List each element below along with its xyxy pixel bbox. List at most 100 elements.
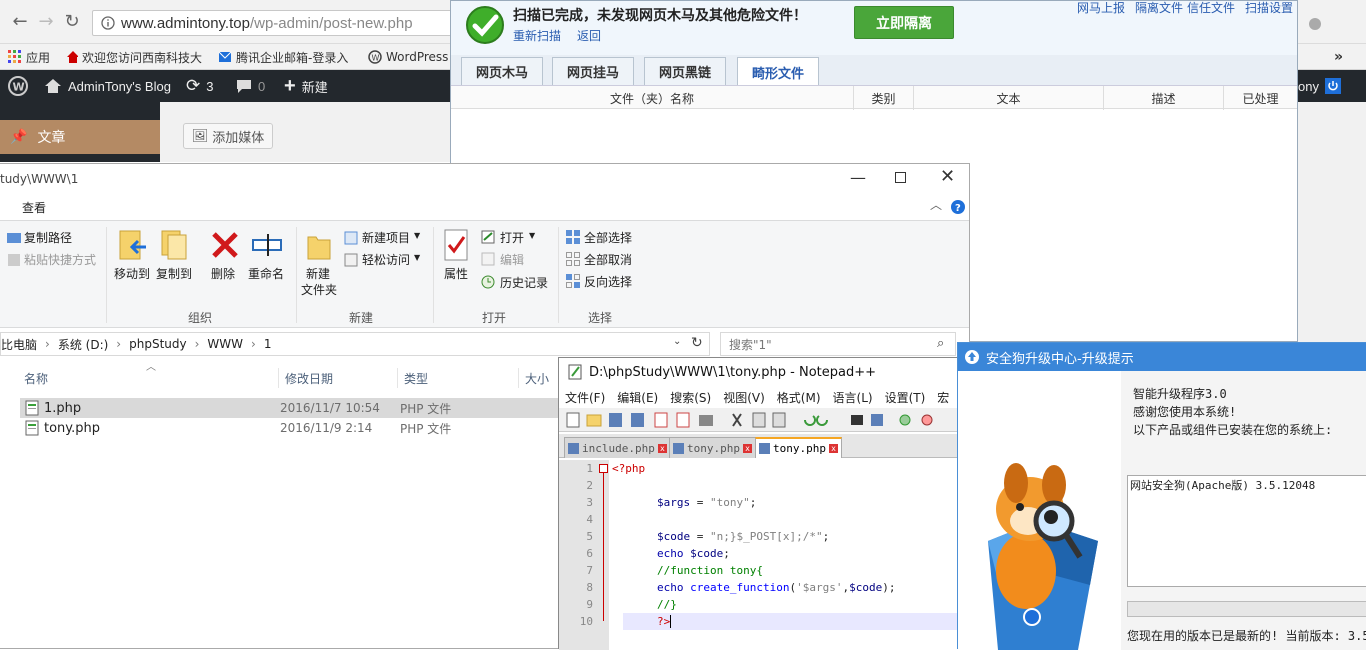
chevron-down-icon[interactable]: ⌄	[673, 336, 681, 347]
refresh-icon[interactable]: ↻	[691, 335, 703, 351]
wp-menu-posts[interactable]: 📌 文章	[0, 120, 160, 154]
wp-updates[interactable]: ⟳ 3	[186, 70, 213, 102]
col-description[interactable]: 描述	[1104, 86, 1224, 110]
tab-web-blacklink[interactable]: 网页黑链	[644, 57, 726, 85]
bookmark-university[interactable]: 欢迎您访问西南科技大	[66, 48, 202, 66]
menu-macro[interactable]: 宏	[931, 386, 955, 408]
bookmark-wordpress[interactable]: W WordPress	[368, 48, 452, 66]
extension-icon[interactable]	[1308, 17, 1322, 31]
info-icon[interactable]	[101, 16, 115, 30]
copy-path-button[interactable]: 复制路径	[24, 229, 72, 246]
tab-tony-php-1[interactable]: tony.php x	[669, 437, 756, 458]
minimize-icon[interactable]: —	[850, 168, 866, 187]
installed-product-item[interactable]: 网站安全狗(Apache版) 3.5.12048	[1130, 477, 1315, 493]
tab-web-hijack[interactable]: 网页挂马	[552, 57, 634, 85]
open-button[interactable]: 打开	[500, 229, 524, 246]
rename-button[interactable]: 重命名	[248, 265, 284, 282]
close-icon[interactable]: x	[742, 443, 752, 453]
wp-site-link[interactable]: AdminTony's Blog	[44, 70, 171, 102]
select-all-button[interactable]: 全部选择	[584, 229, 632, 246]
new-item-button[interactable]: 新建项目	[362, 229, 410, 246]
bookmarks-more-button[interactable]: »	[1334, 48, 1343, 66]
file-row-1php[interactable]: 1.php 2016/11/7 10:54 PHP 文件	[20, 398, 560, 418]
menu-settings[interactable]: 设置(T)	[879, 386, 932, 408]
bookmark-tencent-mail[interactable]: 腾讯企业邮箱-登录入	[218, 48, 356, 66]
easy-access-button[interactable]: 轻松访问	[362, 251, 410, 268]
breadcrumb-drive[interactable]: 系统 (D:)	[58, 336, 108, 353]
wp-new-content[interactable]: + 新建	[284, 70, 328, 102]
file-row-tonyphp[interactable]: tony.php 2016/11/9 2:14 PHP 文件	[20, 418, 560, 438]
maximize-icon[interactable]	[895, 172, 906, 183]
url-host: www.admintony.top	[121, 15, 250, 32]
explorer-address-bar[interactable]: 比电脑 › 系统 (D:) › phpStudy › WWW › 1 ⌄ ↻	[0, 332, 710, 356]
tab-web-trojan[interactable]: 网页木马	[461, 57, 543, 85]
scan-settings-link[interactable]: 扫描设置	[1245, 0, 1293, 16]
notepadpp-title: D:\phpStudy\WWW\1\tony.php - Notepad++	[589, 364, 877, 380]
close-icon[interactable]: x	[828, 444, 838, 453]
close-icon[interactable]: x	[657, 443, 667, 453]
breadcrumb-this-pc[interactable]: 比电脑	[1, 336, 37, 353]
col-category[interactable]: 类别	[854, 86, 914, 110]
breadcrumb-folder-1[interactable]: 1	[264, 337, 272, 351]
breadcrumb-phpstudy[interactable]: phpStudy	[129, 337, 187, 351]
delete-button[interactable]: 删除	[211, 265, 235, 282]
move-to-button[interactable]: 移动到	[114, 265, 150, 282]
isolated-files-link[interactable]: 隔离文件	[1135, 0, 1183, 16]
comment-icon	[237, 79, 251, 93]
upgrade-arrow-icon	[965, 350, 979, 364]
select-none-button[interactable]: 全部取消	[584, 251, 632, 268]
trusted-files-link[interactable]: 信任文件	[1187, 0, 1235, 16]
col-modified-date[interactable]: 修改日期	[285, 370, 333, 387]
new-folder-button[interactable]: 新建	[306, 265, 330, 282]
col-file-name[interactable]: 文件（夹）名称	[451, 86, 854, 110]
invert-selection-button[interactable]: 反向选择	[584, 273, 632, 290]
group-new-label: 新建	[349, 311, 374, 325]
wp-user-menu[interactable]: ony	[1298, 70, 1341, 102]
isolate-now-button[interactable]: 立即隔离	[854, 6, 954, 39]
tab-include-php[interactable]: include.php x	[564, 437, 671, 458]
report-trojan-link[interactable]: 网马上报	[1077, 0, 1125, 16]
forward-arrow-icon[interactable]: →	[36, 12, 56, 32]
tab-malformed-files[interactable]: 畸形文件	[737, 57, 819, 87]
tab-tony-php-2[interactable]: tony.php x	[755, 437, 842, 458]
menu-edit[interactable]: 编辑(E)	[611, 386, 664, 408]
col-name[interactable]: 名称	[24, 370, 48, 387]
back-arrow-icon[interactable]: ←	[10, 12, 30, 32]
edit-button[interactable]: 编辑	[500, 251, 524, 268]
menu-search[interactable]: 搜索(S)	[664, 386, 717, 408]
menu-view[interactable]: 查看	[22, 199, 46, 216]
wp-comments[interactable]: 0	[236, 70, 265, 102]
col-type[interactable]: 类型	[404, 370, 428, 387]
bookmark-apps[interactable]: 应用	[8, 48, 50, 66]
chevron-right-icon: ›	[116, 337, 122, 351]
column-divider	[397, 368, 398, 388]
col-processed[interactable]: 已处理	[1224, 86, 1297, 110]
add-media-button[interactable]: 🖼 添加媒体	[183, 123, 273, 149]
notepadpp-editor[interactable]: 1 2 3 4 5 6 7 8 9 10 <?php $args = "tony…	[559, 460, 957, 650]
properties-icon	[444, 229, 468, 261]
col-text[interactable]: 文本	[914, 86, 1104, 110]
copy-to-button[interactable]: 复制到	[156, 265, 192, 282]
wp-logo-icon[interactable]: W	[8, 70, 28, 102]
reload-icon[interactable]: ↻	[62, 12, 82, 32]
installed-products-list[interactable]: 网站安全狗(Apache版) 3.5.12048	[1127, 475, 1366, 587]
explorer-search-box[interactable]: 搜索"1" ⌕	[720, 332, 956, 356]
menu-file[interactable]: 文件(F)	[559, 386, 611, 408]
menu-language[interactable]: 语言(L)	[827, 386, 879, 408]
back-link[interactable]: 返回	[577, 27, 601, 44]
rescan-link[interactable]: 重新扫描	[513, 27, 561, 44]
fold-marker-icon[interactable]	[599, 464, 608, 473]
paste-shortcut-button[interactable]: 粘贴快捷方式	[24, 251, 96, 268]
breadcrumb-www[interactable]: WWW	[207, 337, 243, 351]
chevron-up-icon[interactable]: ︿	[930, 196, 942, 213]
help-icon[interactable]: ?	[951, 200, 965, 214]
move-to-icon	[119, 230, 146, 260]
col-size[interactable]: 大小	[525, 370, 549, 387]
history-button[interactable]: 历史记录	[500, 274, 548, 291]
explorer-titlebar: tudy\WWW\1 — ✕	[0, 164, 969, 192]
properties-button[interactable]: 属性	[444, 265, 468, 282]
mail-icon	[218, 51, 232, 62]
close-icon[interactable]: ✕	[940, 166, 955, 187]
menu-view[interactable]: 视图(V)	[717, 386, 771, 408]
menu-format[interactable]: 格式(M)	[771, 386, 827, 408]
